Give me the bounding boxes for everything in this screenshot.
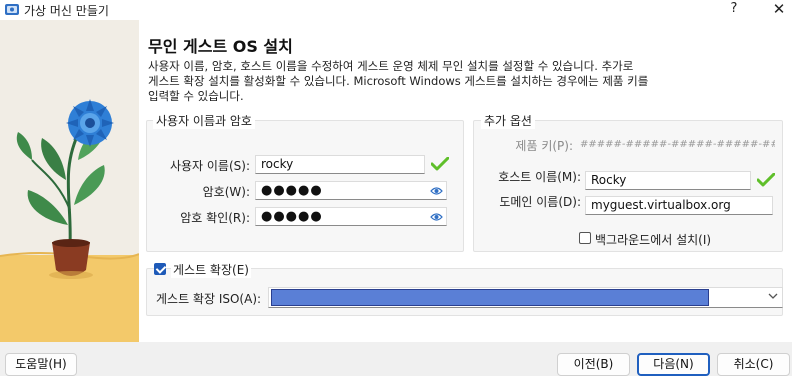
show-password-eye-icon[interactable] <box>430 185 443 197</box>
page-title: 무인 게스트 OS 설치 <box>148 37 293 56</box>
username-field[interactable]: rocky <box>255 155 425 174</box>
iso-path-combobox[interactable] <box>268 287 783 308</box>
help-title-button[interactable]: ? <box>726 1 742 18</box>
guest-additions-label: 게스트 확장(E) <box>171 261 251 278</box>
back-button[interactable]: 이전(B) <box>557 353 630 376</box>
window-title: 가상 머신 만들기 <box>24 4 109 18</box>
confirm-password-value: ●●●●● <box>261 209 323 224</box>
guest-additions-checkbox[interactable] <box>154 263 166 275</box>
hostname-valid-check-icon <box>757 173 775 187</box>
background-install-label: 백그라운드에서 설치(I) <box>595 233 712 247</box>
product-key-field: #####-#####-#####-#####-##### <box>575 136 775 155</box>
cancel-button[interactable]: 취소(C) <box>717 353 790 376</box>
additional-options-group-title: 추가 옵션 <box>481 112 535 129</box>
user-credentials-group-title: 사용자 이름과 암호 <box>153 112 255 129</box>
help-button[interactable]: 도움말(H) <box>5 353 77 376</box>
title-bar: 가상 머신 만들기 ? ✕ <box>0 0 792 20</box>
confirm-password-label: 암호 확인(R): <box>180 211 250 225</box>
close-button[interactable]: ✕ <box>770 0 788 19</box>
next-button[interactable]: 다음(N) <box>637 353 710 376</box>
product-key-placeholder: #####-#####-#####-#####-##### <box>580 139 775 150</box>
wizard-illustration <box>0 20 139 342</box>
username-label: 사용자 이름(S): <box>169 159 250 173</box>
background-install-checkbox[interactable] <box>579 232 591 244</box>
page-description: 사용자 이름, 암호, 호스트 이름을 수정하여 게스트 운영 체제 무인 설치… <box>148 59 649 103</box>
password-label: 암호(W): <box>202 185 250 199</box>
username-value: rocky <box>261 157 294 171</box>
show-confirm-password-eye-icon[interactable] <box>430 211 443 223</box>
domain-label: 도메인 이름(D): <box>499 195 581 209</box>
confirm-password-field[interactable]: ●●●●● <box>255 207 447 226</box>
domain-value: myguest.virtualbox.org <box>591 198 731 212</box>
password-value: ●●●●● <box>261 183 323 198</box>
chevron-down-icon[interactable] <box>768 291 778 301</box>
hostname-value: Rocky <box>591 173 627 187</box>
iso-label: 게스트 확장 ISO(A): <box>156 292 262 306</box>
iso-path-selection <box>271 289 709 306</box>
hostname-field[interactable]: Rocky <box>585 171 751 190</box>
username-valid-check-icon <box>431 157 449 171</box>
password-field[interactable]: ●●●●● <box>255 181 447 200</box>
virtualbox-icon <box>5 4 19 15</box>
product-key-label: 제품 키(P): <box>515 139 573 153</box>
hostname-label: 호스트 이름(M): <box>498 170 581 184</box>
domain-field[interactable]: myguest.virtualbox.org <box>585 196 773 215</box>
